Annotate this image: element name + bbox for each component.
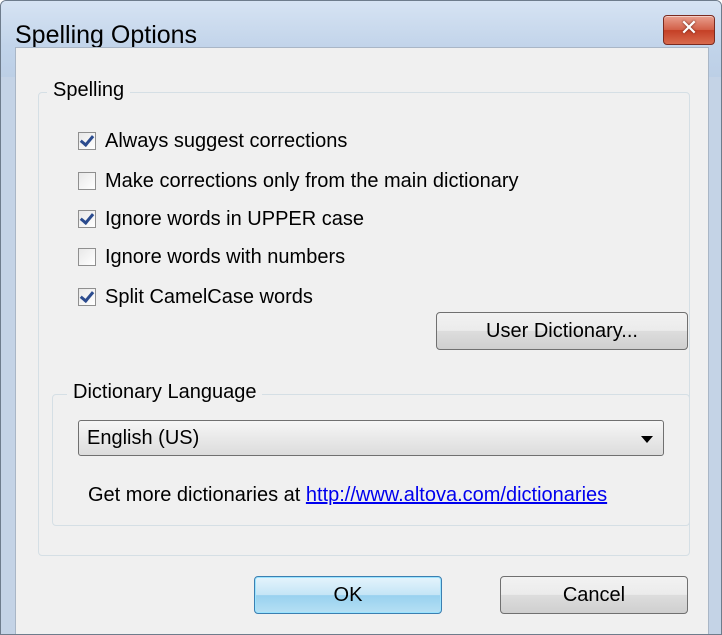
option-label: Ignore words in UPPER case <box>105 207 365 230</box>
option-ignore-upper[interactable]: Ignore words in UPPER case <box>78 206 364 232</box>
checkbox-ignore-upper[interactable] <box>78 210 96 228</box>
option-ignore-numbers[interactable]: Ignore words with numbers <box>78 244 345 270</box>
checkbox-main-dictionary-only[interactable] <box>78 172 96 190</box>
more-dictionaries-text: Get more dictionaries at <box>88 484 301 506</box>
spelling-group-legend: Spelling <box>47 79 131 102</box>
user-dictionary-button[interactable]: User Dictionary... <box>436 312 688 350</box>
option-split-camelcase[interactable]: Split CamelCase words <box>78 284 313 310</box>
option-main-dictionary-only[interactable]: Make corrections only from the main dict… <box>78 168 519 194</box>
language-select[interactable]: English (US) <box>78 420 664 456</box>
checkbox-always-suggest[interactable] <box>78 132 96 150</box>
option-label: Split CamelCase words <box>105 285 313 308</box>
chevron-down-icon[interactable] <box>641 436 653 443</box>
spelling-options-dialog: Spelling Options ✕ Spelling Always sugge… <box>0 0 722 635</box>
checkbox-ignore-numbers[interactable] <box>78 248 96 266</box>
dictionary-language-legend: Dictionary Language <box>67 381 263 404</box>
close-icon: ✕ <box>679 15 699 40</box>
close-button[interactable]: ✕ <box>663 15 715 45</box>
window-title: Spelling Options <box>15 21 198 49</box>
more-dictionaries-line: Get more dictionaries at http://www.alto… <box>88 484 607 507</box>
option-label: Always suggest corrections <box>105 129 348 152</box>
option-label: Make corrections only from the main dict… <box>105 169 519 192</box>
option-label: Ignore words with numbers <box>105 245 346 268</box>
dialog-client-area: Spelling Always suggest corrections Make… <box>15 47 709 634</box>
language-select-value: English (US) <box>87 427 200 449</box>
option-always-suggest[interactable]: Always suggest corrections <box>78 128 347 154</box>
dictionaries-link[interactable]: http://www.altova.com/dictionaries <box>306 484 607 506</box>
cancel-button[interactable]: Cancel <box>500 576 688 614</box>
checkbox-split-camelcase[interactable] <box>78 288 96 306</box>
ok-button[interactable]: OK <box>254 576 442 614</box>
